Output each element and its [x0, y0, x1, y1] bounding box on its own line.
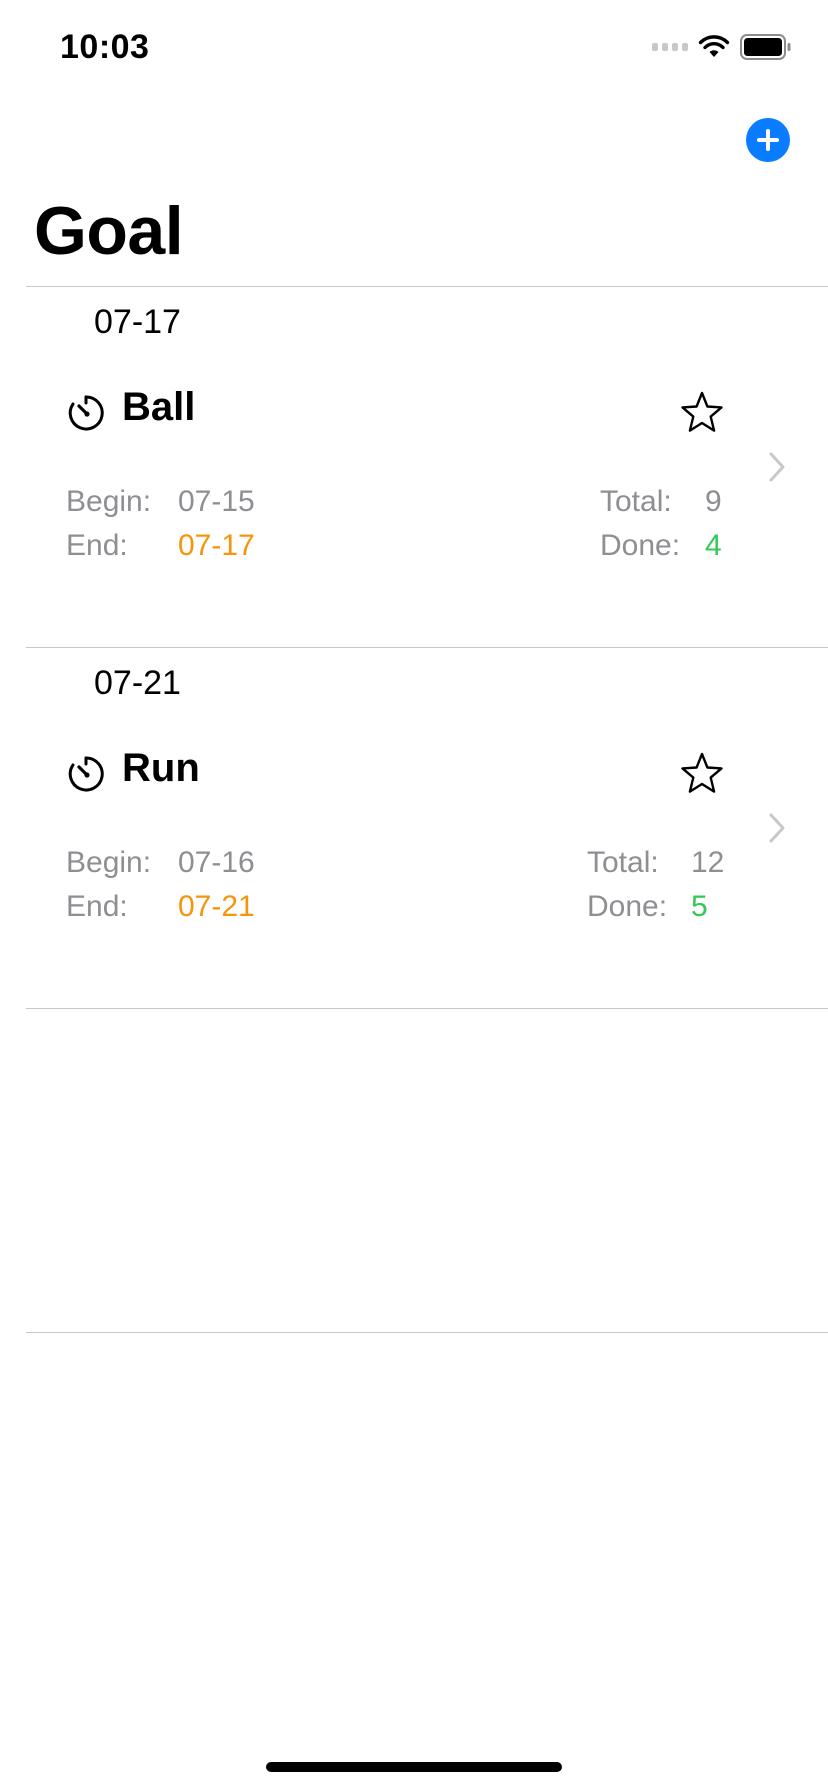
total-label: Total: [587, 846, 659, 879]
status-icons [652, 34, 792, 60]
end-label: End: [66, 890, 128, 923]
goal-name: Run [122, 746, 200, 790]
done-label: Done: [587, 890, 668, 923]
begin-value: 07-15 [178, 485, 255, 518]
done-value: 4 [705, 529, 722, 562]
add-goal-button[interactable] [746, 118, 790, 162]
section-date: 07-21 [94, 664, 181, 702]
total-value: 12 [691, 846, 725, 879]
timer-icon [68, 756, 104, 792]
status-bar: 10:03 [0, 0, 828, 100]
status-time: 10:03 [60, 28, 150, 66]
begin-value: 07-16 [178, 846, 255, 879]
chevron-right-icon [769, 813, 785, 843]
end-value: 07-21 [178, 890, 255, 923]
goal-row-ball[interactable]: 07-17 Ball Begin: 07-15 End: 07-17 Total… [26, 287, 828, 647]
divider [26, 1008, 828, 1009]
timer-icon [68, 395, 104, 431]
star-icon[interactable] [678, 750, 726, 798]
goal-name: Ball [122, 385, 196, 429]
divider [26, 1332, 828, 1333]
done-value: 5 [691, 890, 708, 923]
total-label: Total: [600, 485, 672, 518]
done-label: Done: [600, 529, 681, 562]
star-icon[interactable] [678, 389, 726, 437]
section-date: 07-17 [94, 303, 181, 341]
begin-label: Begin: [66, 846, 152, 879]
page-title: Goal [34, 193, 184, 269]
wifi-icon [698, 35, 730, 57]
end-value: 07-17 [178, 529, 255, 562]
end-label: End: [66, 529, 128, 562]
total-value: 9 [705, 485, 722, 518]
battery-icon [740, 34, 791, 60]
chevron-right-icon [769, 452, 785, 482]
cellular-signal-icon [652, 43, 688, 51]
home-indicator [266, 1762, 562, 1772]
begin-label: Begin: [66, 485, 152, 518]
goal-row-run[interactable]: 07-21 Run Begin: 07-16 End: 07-21 Total:… [26, 648, 828, 1008]
